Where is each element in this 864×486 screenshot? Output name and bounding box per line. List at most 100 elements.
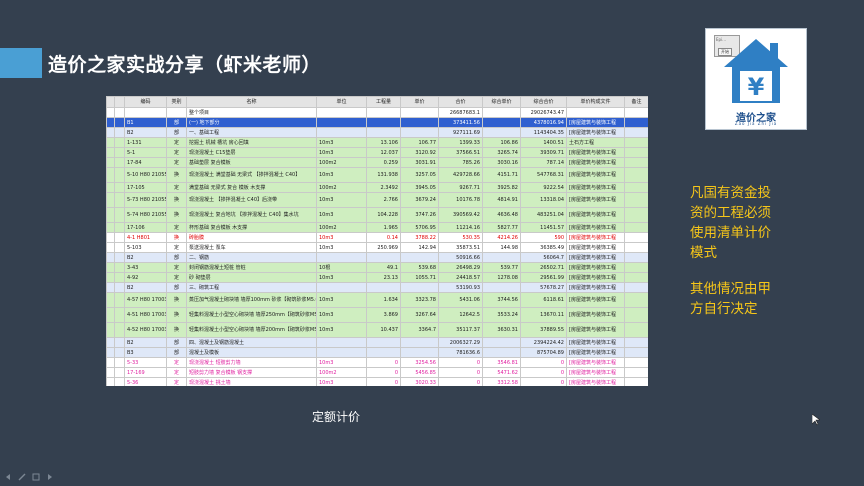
table-cell[interactable] — [366, 127, 401, 138]
table-cell[interactable] — [624, 107, 648, 118]
table-row[interactable]: 17-84 定基础垫层 复合模板 100m2 0.259 3031.91 785.26 30… — [106, 157, 648, 168]
table-cell[interactable]: [房屋建筑与装饰工程 — [566, 262, 625, 273]
table-cell[interactable]: [房屋建筑与装饰工程 — [566, 117, 625, 128]
table-cell[interactable] — [124, 107, 167, 118]
table-cell[interactable]: 1143404.35 — [520, 127, 567, 138]
table-row[interactable]: 4-1 H801 换砖胎膜 10m3 0.14 3788.22 530.35 4214.26… — [106, 232, 648, 243]
table-cell[interactable] — [366, 252, 401, 263]
table-cell[interactable]: 10m3 — [316, 322, 367, 338]
table-cell[interactable]: 现浇混凝土 满堂基础 无梁式 【掺拌混凝土 C40】 — [186, 167, 317, 183]
table-cell[interactable]: 三、砌筑工程 — [186, 282, 317, 293]
table-cell[interactable]: 787.14 — [520, 157, 567, 168]
table-cell[interactable]: 3364.7 — [400, 322, 439, 338]
table-cell[interactable]: 0 — [438, 367, 483, 378]
table-cell[interactable]: 24418.57 — [438, 272, 483, 283]
table-cell[interactable] — [316, 337, 367, 348]
table-cell[interactable] — [624, 137, 648, 148]
table-cell[interactable]: 4-51 H80 170030 8 — [124, 307, 167, 323]
table-cell[interactable]: 定 — [166, 357, 187, 368]
table-cell[interactable]: 429728.66 — [438, 167, 483, 183]
table-row[interactable]: 5-33 定现浇混凝土 短肢剪力墙 10m3 0 3254.56 0 3546.81 0 [房屋… — [106, 357, 648, 368]
table-cell[interactable]: 4-52 H80 170030 8 — [124, 322, 167, 338]
table-cell[interactable]: 0 — [366, 367, 401, 378]
table-cell[interactable]: 5431.06 — [438, 292, 483, 308]
table-cell[interactable]: B2 — [124, 127, 167, 138]
table-cell[interactable]: 土石方工程 — [566, 137, 625, 148]
expander-cell[interactable] — [114, 262, 125, 273]
table-cell[interactable]: 定 — [166, 272, 187, 283]
table-cell[interactable] — [624, 127, 648, 138]
table-cell[interactable]: 539.68 — [400, 262, 439, 273]
table-cell[interactable]: 10m3 — [316, 207, 367, 223]
table-cell[interactable]: 10176.78 — [438, 192, 483, 208]
expander-cell[interactable] — [114, 137, 125, 148]
table-cell[interactable]: B2 — [124, 282, 167, 293]
table-cell[interactable]: 35873.51 — [438, 242, 483, 253]
table-cell[interactable]: 1055.71 — [400, 272, 439, 283]
table-cell[interactable]: 10m3 — [316, 357, 367, 368]
table-cell[interactable]: 39309.71 — [520, 147, 567, 158]
table-row[interactable]: 4-92 定砂 砌垫层 10m3 23.13 1055.71 24418.57 1278.0… — [106, 272, 648, 283]
table-row[interactable]: 17-106 定杯形基础 复合模板 木支撑 100m2 1.965 5706.95 112… — [106, 222, 648, 233]
table-cell[interactable]: 3747.26 — [400, 207, 439, 223]
table-cell[interactable] — [400, 117, 439, 128]
table-cell[interactable]: 12.037 — [366, 147, 401, 158]
table-cell[interactable]: 换 — [166, 192, 187, 208]
table-cell[interactable] — [366, 347, 401, 358]
table-cell[interactable]: 104.228 — [366, 207, 401, 223]
table-cell[interactable]: [房屋建筑与装饰工程 — [566, 367, 625, 378]
table-row[interactable]: 5-36 定现浇混凝土 挑土墙 10m3 0 3020.33 0 3312.58 0 [房屋建筑… — [106, 377, 648, 386]
table-cell[interactable]: [房屋建筑与装饰工程 — [566, 232, 625, 243]
table-cell[interactable]: 36385.49 — [520, 242, 567, 253]
table-cell[interactable]: [房屋建筑与装饰工程 — [566, 272, 625, 283]
table-cell[interactable]: 二、钢筋 — [186, 252, 317, 263]
table-cell[interactable]: 定 — [166, 137, 187, 148]
table-cell[interactable]: [房屋建筑与装饰工程 — [566, 322, 625, 338]
table-cell[interactable]: 3.869 — [366, 307, 401, 323]
table-cell[interactable]: [房屋建筑与装饰工程 — [566, 157, 625, 168]
table-cell[interactable] — [316, 252, 367, 263]
table-cell[interactable]: 2.3492 — [366, 182, 401, 193]
expander-cell[interactable] — [114, 167, 125, 183]
table-cell[interactable]: 1278.08 — [482, 272, 521, 283]
expander-cell[interactable] — [114, 107, 125, 118]
table-cell[interactable] — [624, 147, 648, 158]
table-cell[interactable]: 373411.56 — [438, 117, 483, 128]
table-cell[interactable]: 539.77 — [482, 262, 521, 273]
table-cell[interactable]: 35117.37 — [438, 322, 483, 338]
table-cell[interactable]: 定 — [166, 182, 187, 193]
table-row[interactable]: B2 部二、钢筋 50916.66 56064.7 [房屋建筑与装饰工程 — [106, 252, 648, 263]
table-cell[interactable]: 2394224.42 — [520, 337, 567, 348]
table-cell[interactable]: [房屋建筑与装饰工程 — [566, 282, 625, 293]
table-cell[interactable]: 10m3 — [316, 192, 367, 208]
expander-cell[interactable] — [114, 207, 125, 223]
column-header[interactable]: 合价 — [438, 96, 483, 108]
expander-cell[interactable] — [114, 147, 125, 158]
table-cell[interactable]: [房屋建筑与装饰工程 — [566, 377, 625, 386]
table-cell[interactable]: [房屋建筑与装饰工程 — [566, 347, 625, 358]
table-cell[interactable]: 57678.27 — [520, 282, 567, 293]
column-header[interactable]: 工程量 — [366, 96, 401, 108]
menu-icon[interactable] — [32, 473, 40, 481]
table-cell[interactable]: 390569.42 — [438, 207, 483, 223]
table-cell[interactable]: 1-131 — [124, 137, 167, 148]
table-cell[interactable]: 2.766 — [366, 192, 401, 208]
table-row[interactable]: B2 部三、砌筑工程 53190.93 57678.27 [房屋建筑与装饰工程 — [106, 282, 648, 293]
table-cell[interactable]: 49.1 — [366, 262, 401, 273]
table-cell[interactable]: 37889.55 — [520, 322, 567, 338]
table-cell[interactable]: 定 — [166, 377, 187, 386]
table-cell[interactable] — [400, 347, 439, 358]
column-header[interactable]: 编码 — [124, 96, 167, 108]
table-row[interactable]: 5-1 定现浇混凝土 C15垫层 10m3 12.037 3120.92 37566.51… — [106, 147, 648, 158]
table-cell[interactable]: 3323.78 — [400, 292, 439, 308]
column-header[interactable]: 综合合价 — [520, 96, 567, 108]
table-cell[interactable] — [624, 242, 648, 253]
table-cell[interactable]: 砂 砌垫层 — [186, 272, 317, 283]
table-cell[interactable]: 部 — [166, 127, 187, 138]
table-cell[interactable] — [566, 107, 625, 118]
table-cell[interactable] — [624, 337, 648, 348]
table-cell[interactable]: 5-1 — [124, 147, 167, 158]
table-cell[interactable]: 17-106 — [124, 222, 167, 233]
table-cell[interactable]: 9267.71 — [438, 182, 483, 193]
table-cell[interactable]: 5-73 H80 210557 8 — [124, 192, 167, 208]
